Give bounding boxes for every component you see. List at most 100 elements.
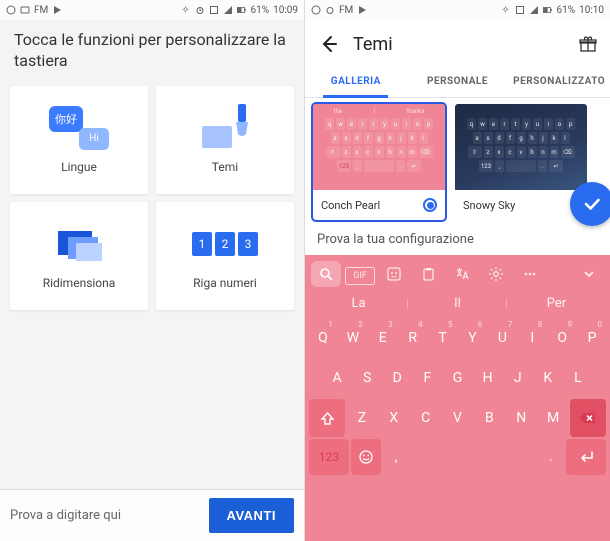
key-e[interactable]: E3 [369,319,397,357]
key-m[interactable]: M [538,399,568,437]
theme-name: Snowy Sky [463,199,515,212]
tab-personalizzato[interactable]: PERSONALIZZATO [508,68,610,97]
search-icon[interactable] [311,261,341,287]
emoji-icon [358,449,374,465]
key-h[interactable]: H [474,359,502,397]
confirm-fab[interactable] [570,182,610,226]
tile-label: Lingue [61,160,97,174]
status-bar: FM ✧ 61% 10:10 [305,0,610,20]
key-o[interactable]: O9 [548,319,576,357]
key-emoji[interactable] [351,439,381,475]
notif-icon [6,5,16,15]
key-f[interactable]: F [413,359,441,397]
key-i[interactable]: I8 [518,319,546,357]
fullscreen-icon [515,5,525,15]
clock: 10:10 [579,5,604,16]
check-icon [581,193,603,215]
gif-icon[interactable]: GIF [345,267,375,285]
key-g[interactable]: G [443,359,471,397]
key-t[interactable]: T5 [429,319,457,357]
key-row: Q1 W2 E3 R4 T5 Y6 U7 I8 O9 P0 [309,319,606,357]
key-x[interactable]: X [379,399,409,437]
shift-icon [320,411,335,426]
theme-snowy-sky[interactable]: qwertyuiop asdfghjkl ⇧zxcvbnm⌫ 123,.↵ Sn… [455,104,587,220]
battery-icon [237,5,247,15]
preview-header: Prova la tua configurazione [305,222,610,255]
numbers-icon: 1 2 3 [192,232,258,256]
alarm-icon [195,5,205,15]
key-row: A S D F G H J K L [309,359,606,397]
keyboard-toolbar: GIF [309,259,606,289]
arrow-left-icon [319,34,339,54]
theme-gallery[interactable]: theIthanks qwertyuiop asdfghjkl ⇧zxcvbnm… [305,98,610,222]
key-k[interactable]: K [534,359,562,397]
key-row: 123 , . [309,439,606,475]
key-c[interactable]: C [411,399,441,437]
bottom-bar: Prova a digitare qui AVANTI [0,489,304,541]
key-j[interactable]: J [504,359,532,397]
tile-label: Riga numeri [193,276,257,290]
theme-name: Conch Pearl [321,199,380,212]
tile-riga-numeri[interactable]: 1 2 3 Riga numeri [156,202,294,310]
tile-temi[interactable]: Temi [156,86,294,194]
key-s[interactable]: S [353,359,381,397]
key-p[interactable]: P0 [578,319,606,357]
sticker-icon[interactable] [379,261,409,287]
key-a[interactable]: A [323,359,351,397]
left-screen: FM ✧ 61% 10:09 Tocca le funzioni per per… [0,0,305,541]
speech-bubble-en-icon: Hi [79,128,109,150]
key-u[interactable]: U7 [488,319,516,357]
translate-icon[interactable] [447,261,477,287]
key-v[interactable]: V [443,399,473,437]
gift-button[interactable] [574,30,602,58]
vibrate-icon: ✧ [501,5,511,15]
key-q[interactable]: Q1 [309,319,337,357]
tile-lingue[interactable]: 你好 Hi Lingue [10,86,148,194]
tab-personale[interactable]: PERSONALE [407,68,509,97]
enter-icon [577,450,595,464]
tab-galleria[interactable]: GALLERIA [305,68,407,97]
settings-icon[interactable] [481,261,511,287]
suggestion[interactable]: Per [507,296,606,311]
key-period[interactable]: . [538,439,564,475]
vibrate-icon: ✧ [181,5,191,15]
key-n[interactable]: N [506,399,536,437]
keyboard-preview-icon: qwertyuiop asdfghjkl ⇧zxcvbnm⌫ 123,.↵ [455,104,587,190]
status-bar: FM ✧ 61% 10:09 [0,0,304,20]
page-header: Tocca le funzioni per personalizzare la … [0,20,304,86]
key-comma[interactable]: , [383,439,409,475]
type-hint[interactable]: Prova a digitare qui [10,508,121,523]
key-space[interactable] [411,439,536,475]
keyboard-preview-icon: theIthanks qwertyuiop asdfghjkl ⇧zxcvbnm… [313,104,445,190]
tile-ridimensiona[interactable]: Ridimensiona [10,202,148,310]
play-icon [357,5,367,15]
suggestion[interactable]: La [309,296,408,311]
clipboard-icon[interactable] [413,261,443,287]
clock: 10:09 [273,5,298,16]
right-screen: FM ✧ 61% 10:10 Temi [305,0,610,541]
more-icon[interactable] [515,261,545,287]
next-button[interactable]: AVANTI [209,498,294,533]
tile-label: Temi [212,160,238,174]
key-w[interactable]: W2 [339,319,367,357]
theme-conch-pearl[interactable]: theIthanks qwertyuiop asdfghjkl ⇧zxcvbnm… [313,104,445,220]
key-l[interactable]: L [564,359,592,397]
back-button[interactable] [313,28,345,60]
key-y[interactable]: Y6 [459,319,487,357]
key-r[interactable]: R4 [399,319,427,357]
key-z[interactable]: Z [347,399,377,437]
key-backspace[interactable] [570,399,606,437]
live-keyboard[interactable]: GIF La Il Per Q1 W2 E3 [305,255,610,541]
suggestion[interactable]: Il [408,296,507,311]
key-b[interactable]: B [474,399,504,437]
key-d[interactable]: D [383,359,411,397]
key-numbers[interactable]: 123 [309,439,349,475]
tabs: GALLERIA PERSONALE PERSONALIZZATO [305,68,610,98]
image-icon [20,5,30,15]
key-enter[interactable] [566,439,606,475]
radio-selected-icon[interactable] [423,198,437,212]
signal-icon [223,5,233,15]
key-shift[interactable] [309,399,345,437]
collapse-icon[interactable] [574,261,604,287]
app-bar: Temi [305,20,610,68]
